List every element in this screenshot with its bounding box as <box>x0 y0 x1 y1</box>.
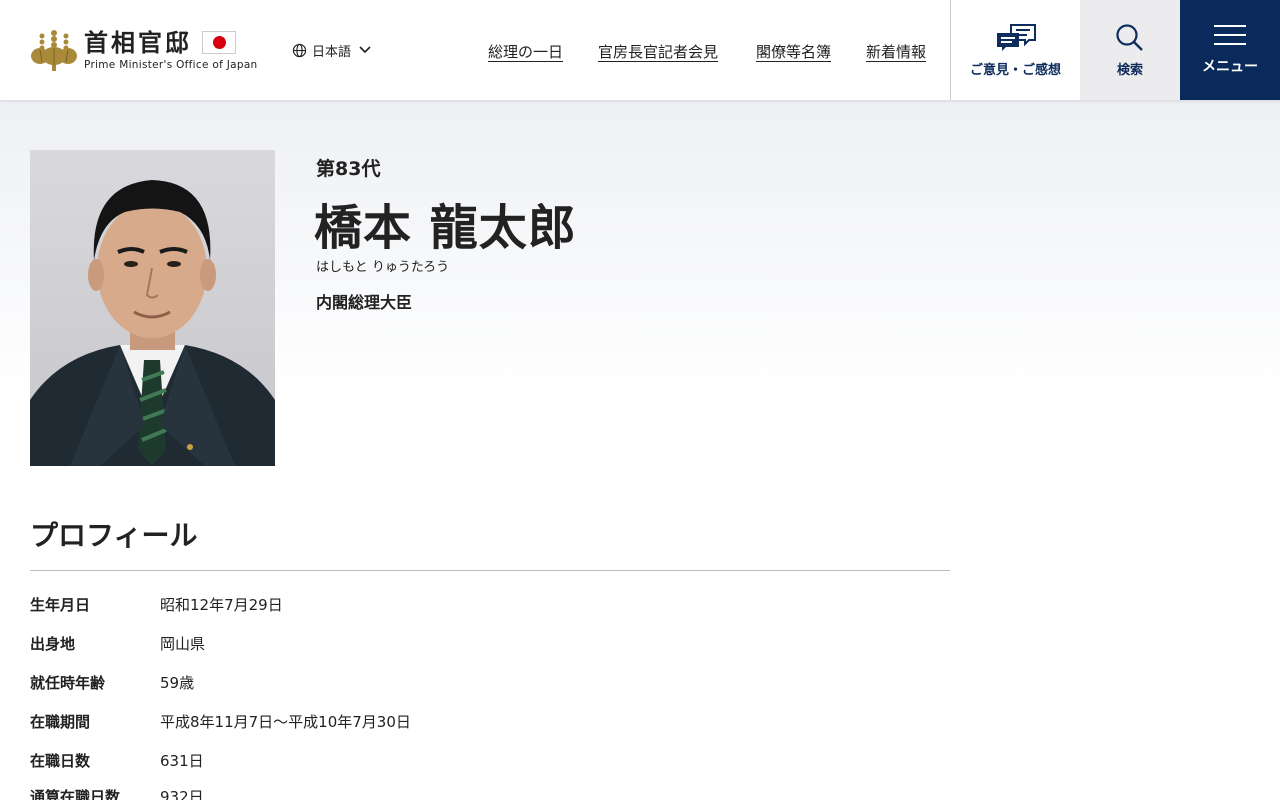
paulownia-crest-icon <box>31 30 77 71</box>
opinion-label: ご意見・ご感想 <box>969 62 1061 78</box>
profile-row: 就任時年齢 59歳 <box>30 672 950 711</box>
profile-value: 59歳 <box>160 674 195 692</box>
profile-row: 出身地 岡山県 <box>30 633 950 672</box>
profile-value: 平成8年11月7日〜平成10年7月30日 <box>160 713 411 731</box>
profile-row: 通算在職日数 932日 <box>30 786 950 800</box>
divider <box>30 570 950 571</box>
position-title: 内閣総理大臣 <box>316 293 413 312</box>
profile-label: 通算在職日数 <box>30 788 121 800</box>
chevron-down-icon <box>359 46 371 54</box>
profile-value: 932日 <box>160 788 204 800</box>
profile-row: 在職日数 631日 <box>30 750 950 789</box>
profile-label: 在職日数 <box>30 752 91 770</box>
search-button[interactable]: 検索 <box>1080 0 1180 100</box>
language-selector[interactable]: 日本語 <box>292 40 376 60</box>
globe-icon <box>292 43 307 57</box>
nav-link-cabinet[interactable]: 閣僚等名簿 <box>756 41 831 62</box>
profile-value: 昭和12年7月29日 <box>160 596 283 614</box>
search-label: 検索 <box>1116 62 1143 78</box>
nav-link-news[interactable]: 新着情報 <box>866 41 926 62</box>
profile-heading: プロフィール <box>30 519 198 552</box>
nav-link-daily[interactable]: 総理の一日 <box>488 41 563 62</box>
search-icon <box>1116 23 1143 51</box>
generation-label: 第83代 <box>316 158 381 180</box>
logo-title: 首相官邸 <box>84 28 192 57</box>
profile-value: 岡山県 <box>160 635 206 653</box>
name-reading: はしもと りゅうたろう <box>316 260 450 275</box>
nav-link-press[interactable]: 官房長官記者会見 <box>598 41 718 62</box>
profile-row: 生年月日 昭和12年7月29日 <box>30 594 950 633</box>
profile-label: 出身地 <box>30 635 76 653</box>
menu-label: メニュー <box>1202 59 1258 75</box>
portrait-photo <box>30 150 275 466</box>
language-label: 日本語 <box>312 44 352 60</box>
profile-value: 631日 <box>160 752 204 770</box>
profile-row: 在職期間 平成8年11月7日〜平成10年7月30日 <box>30 711 950 750</box>
japan-flag-icon <box>202 31 236 54</box>
menu-button[interactable]: メニュー <box>1180 0 1280 100</box>
site-header: 首相官邸 Prime Minister's Office of Japan 日本… <box>0 0 1280 100</box>
opinion-button[interactable]: ご意見・ご感想 <box>950 0 1080 100</box>
hamburger-menu-icon <box>1214 25 1246 45</box>
profile-label: 生年月日 <box>30 596 91 614</box>
prime-minister-name: 橋本 龍太郎 <box>314 200 577 256</box>
profile-label: 就任時年齢 <box>30 674 106 692</box>
profile-label: 在職期間 <box>30 713 91 731</box>
chat-bubbles-icon <box>996 23 1036 51</box>
site-logo[interactable]: 首相官邸 Prime Minister's Office of Japan <box>30 28 262 72</box>
logo-subtitle: Prime Minister's Office of Japan <box>84 58 258 71</box>
